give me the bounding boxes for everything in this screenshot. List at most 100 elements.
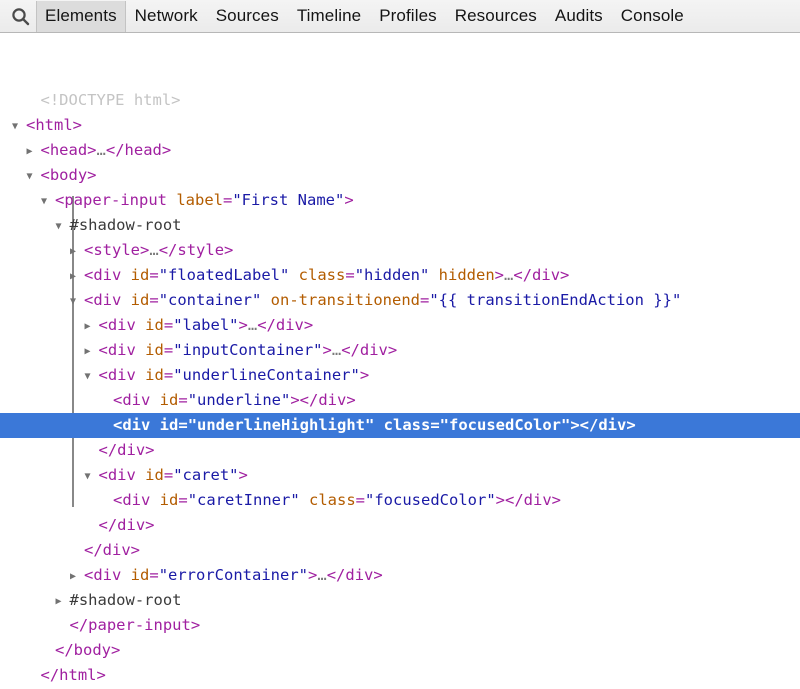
code-token-tag: div (93, 291, 122, 309)
tab-audits[interactable]: Audits (546, 1, 612, 32)
expand-triangle-down-icon[interactable]: ▼ (56, 214, 70, 239)
code-token-shadow: #shadow-root (69, 216, 182, 234)
dom-node-row[interactable]: ▶ <div id="floatedLabel" class="hidden" h… (0, 263, 800, 288)
code-token-attr-value: "errorContainer" (158, 566, 308, 584)
expand-triangle-right-icon[interactable]: ▶ (70, 264, 84, 289)
expand-triangle-down-icon[interactable]: ▼ (27, 164, 41, 189)
dom-node-row[interactable]: ▶ <head>…</head> (0, 138, 800, 163)
code-token-punct: > (72, 116, 83, 134)
code-token-punct: > (308, 566, 318, 584)
dom-node-row[interactable]: </body> (0, 638, 800, 663)
code-token-punct: < (26, 116, 36, 134)
code-token-punct: > (111, 641, 121, 659)
dom-node-row[interactable]: <div id="caretInner" class="focusedColor… (0, 488, 800, 513)
tab-resources[interactable]: Resources (446, 1, 546, 32)
code-token-tag: div (345, 566, 374, 584)
expand-triangle-right-icon[interactable]: ▶ (56, 589, 70, 614)
expand-triangle-right-icon[interactable]: ▶ (85, 339, 99, 364)
search-icon[interactable] (4, 2, 36, 30)
code-token-punct: = (430, 416, 440, 434)
dom-node-row[interactable]: ▼ <html> (0, 113, 800, 138)
code-token-attr-name: hidden (429, 266, 495, 284)
dom-node-row[interactable]: </html> (0, 663, 800, 688)
code-token-punct: > (560, 266, 570, 284)
dom-node-row[interactable]: ▼ <body> (0, 163, 800, 188)
dom-node-row[interactable]: ▼ <div id="underlineContainer"> (0, 363, 800, 388)
code-token-attr-name: id (135, 366, 164, 384)
expand-triangle-right-icon[interactable]: ▶ (70, 239, 84, 264)
code-token-punct: = (355, 491, 366, 509)
code-token-punct: ></ (570, 416, 599, 434)
dom-node-row[interactable]: ▶ #shadow-root (0, 588, 800, 613)
code-token-doctype: <!DOCTYPE html> (40, 91, 181, 109)
code-token-punct: </ (98, 516, 118, 534)
code-token-punct: </ (98, 441, 118, 459)
code-token-punct: = (163, 466, 174, 484)
code-token-tag: div (122, 391, 151, 409)
code-token-punct: = (345, 266, 355, 284)
tab-profiles[interactable]: Profiles (370, 1, 446, 32)
expand-triangle-down-icon[interactable]: ▼ (70, 289, 84, 314)
code-token-punct: > (87, 166, 97, 184)
tab-sources[interactable]: Sources (207, 1, 288, 32)
code-token-punct: > (145, 441, 155, 459)
tab-network[interactable]: Network (126, 1, 207, 32)
dom-node-row[interactable]: </div> (0, 538, 800, 563)
code-token-punct: > (238, 316, 248, 334)
code-token-punct: < (98, 466, 108, 484)
expand-triangle-right-icon[interactable]: ▶ (70, 564, 84, 589)
dom-node-row[interactable]: ▶ <div id="inputContainer">…</div> (0, 338, 800, 363)
code-token-tag: div (117, 441, 146, 459)
code-token-punct: = (178, 416, 188, 434)
tab-elements[interactable]: Elements (36, 0, 126, 32)
code-token-punct: < (113, 491, 123, 509)
dom-tree-panel[interactable]: <!DOCTYPE html> ▼ <html> ▶ <head>…</head> ▼ <b… (0, 33, 800, 688)
code-token-punct: = (163, 366, 174, 384)
dom-node-row[interactable]: </div> (0, 513, 800, 538)
code-token-tag: div (107, 366, 136, 384)
dom-node-row[interactable]: </div> (0, 438, 800, 463)
dom-node-row[interactable]: </paper-input> (0, 613, 800, 638)
expand-triangle-down-icon[interactable]: ▼ (85, 464, 99, 489)
code-token-attr-value: "hidden" (354, 266, 430, 284)
code-token-punct: > (626, 416, 636, 434)
code-token-punct: > (145, 516, 155, 534)
dom-node-row[interactable]: ▶ <div id="label">…</div> (0, 313, 800, 338)
code-token-punct: > (373, 566, 383, 584)
dom-node-row[interactable]: <div id="underline"></div> (0, 388, 800, 413)
expand-triangle-down-icon[interactable]: ▼ (12, 114, 26, 139)
code-token-shadow: #shadow-root (69, 591, 182, 609)
dom-node-row[interactable]: ▶ <style>…</style> (0, 238, 800, 263)
code-token-punct: > (87, 141, 97, 159)
code-token-attr-value: "First Name" (232, 191, 345, 209)
code-token-attr-name: class (374, 416, 431, 434)
code-token-punct: > (359, 366, 370, 384)
expand-triangle-down-icon[interactable]: ▼ (85, 364, 99, 389)
expand-triangle-right-icon[interactable]: ▶ (27, 139, 41, 164)
code-token-tag: style (177, 241, 225, 259)
code-token-ellipsis: … (149, 241, 159, 259)
dom-node-row[interactable]: ▼ <div id="caret"> (0, 463, 800, 488)
code-token-punct: > (161, 141, 172, 159)
code-token-tag: div (598, 416, 627, 434)
code-token-punct: < (98, 366, 108, 384)
code-token-tag: body (49, 166, 88, 184)
dom-node-row[interactable]: <!DOCTYPE html> (0, 88, 800, 113)
code-token-tag: paper-input (64, 191, 167, 209)
tab-timeline[interactable]: Timeline (288, 1, 370, 32)
code-token-tag: div (532, 266, 561, 284)
expand-triangle-right-icon[interactable]: ▶ (85, 314, 99, 339)
code-token-punct: = (178, 491, 188, 509)
dom-node-row[interactable]: ▼ #shadow-root (0, 213, 800, 238)
code-token-attr-value: "inputContainer" (173, 341, 323, 359)
tab-console[interactable]: Console (612, 1, 693, 32)
dom-node-row[interactable]: ▼ <div id="container" on-transitionend="{… (0, 288, 800, 313)
code-token-punct: > (224, 241, 234, 259)
expand-triangle-down-icon[interactable]: ▼ (41, 189, 55, 214)
dom-node-row[interactable]: ▼ <paper-input label="First Name"> (0, 188, 800, 213)
dom-node-row-selected[interactable]: <div id="underlineHighlight" class="focu… (0, 413, 800, 438)
code-token-punct: </ (341, 341, 360, 359)
